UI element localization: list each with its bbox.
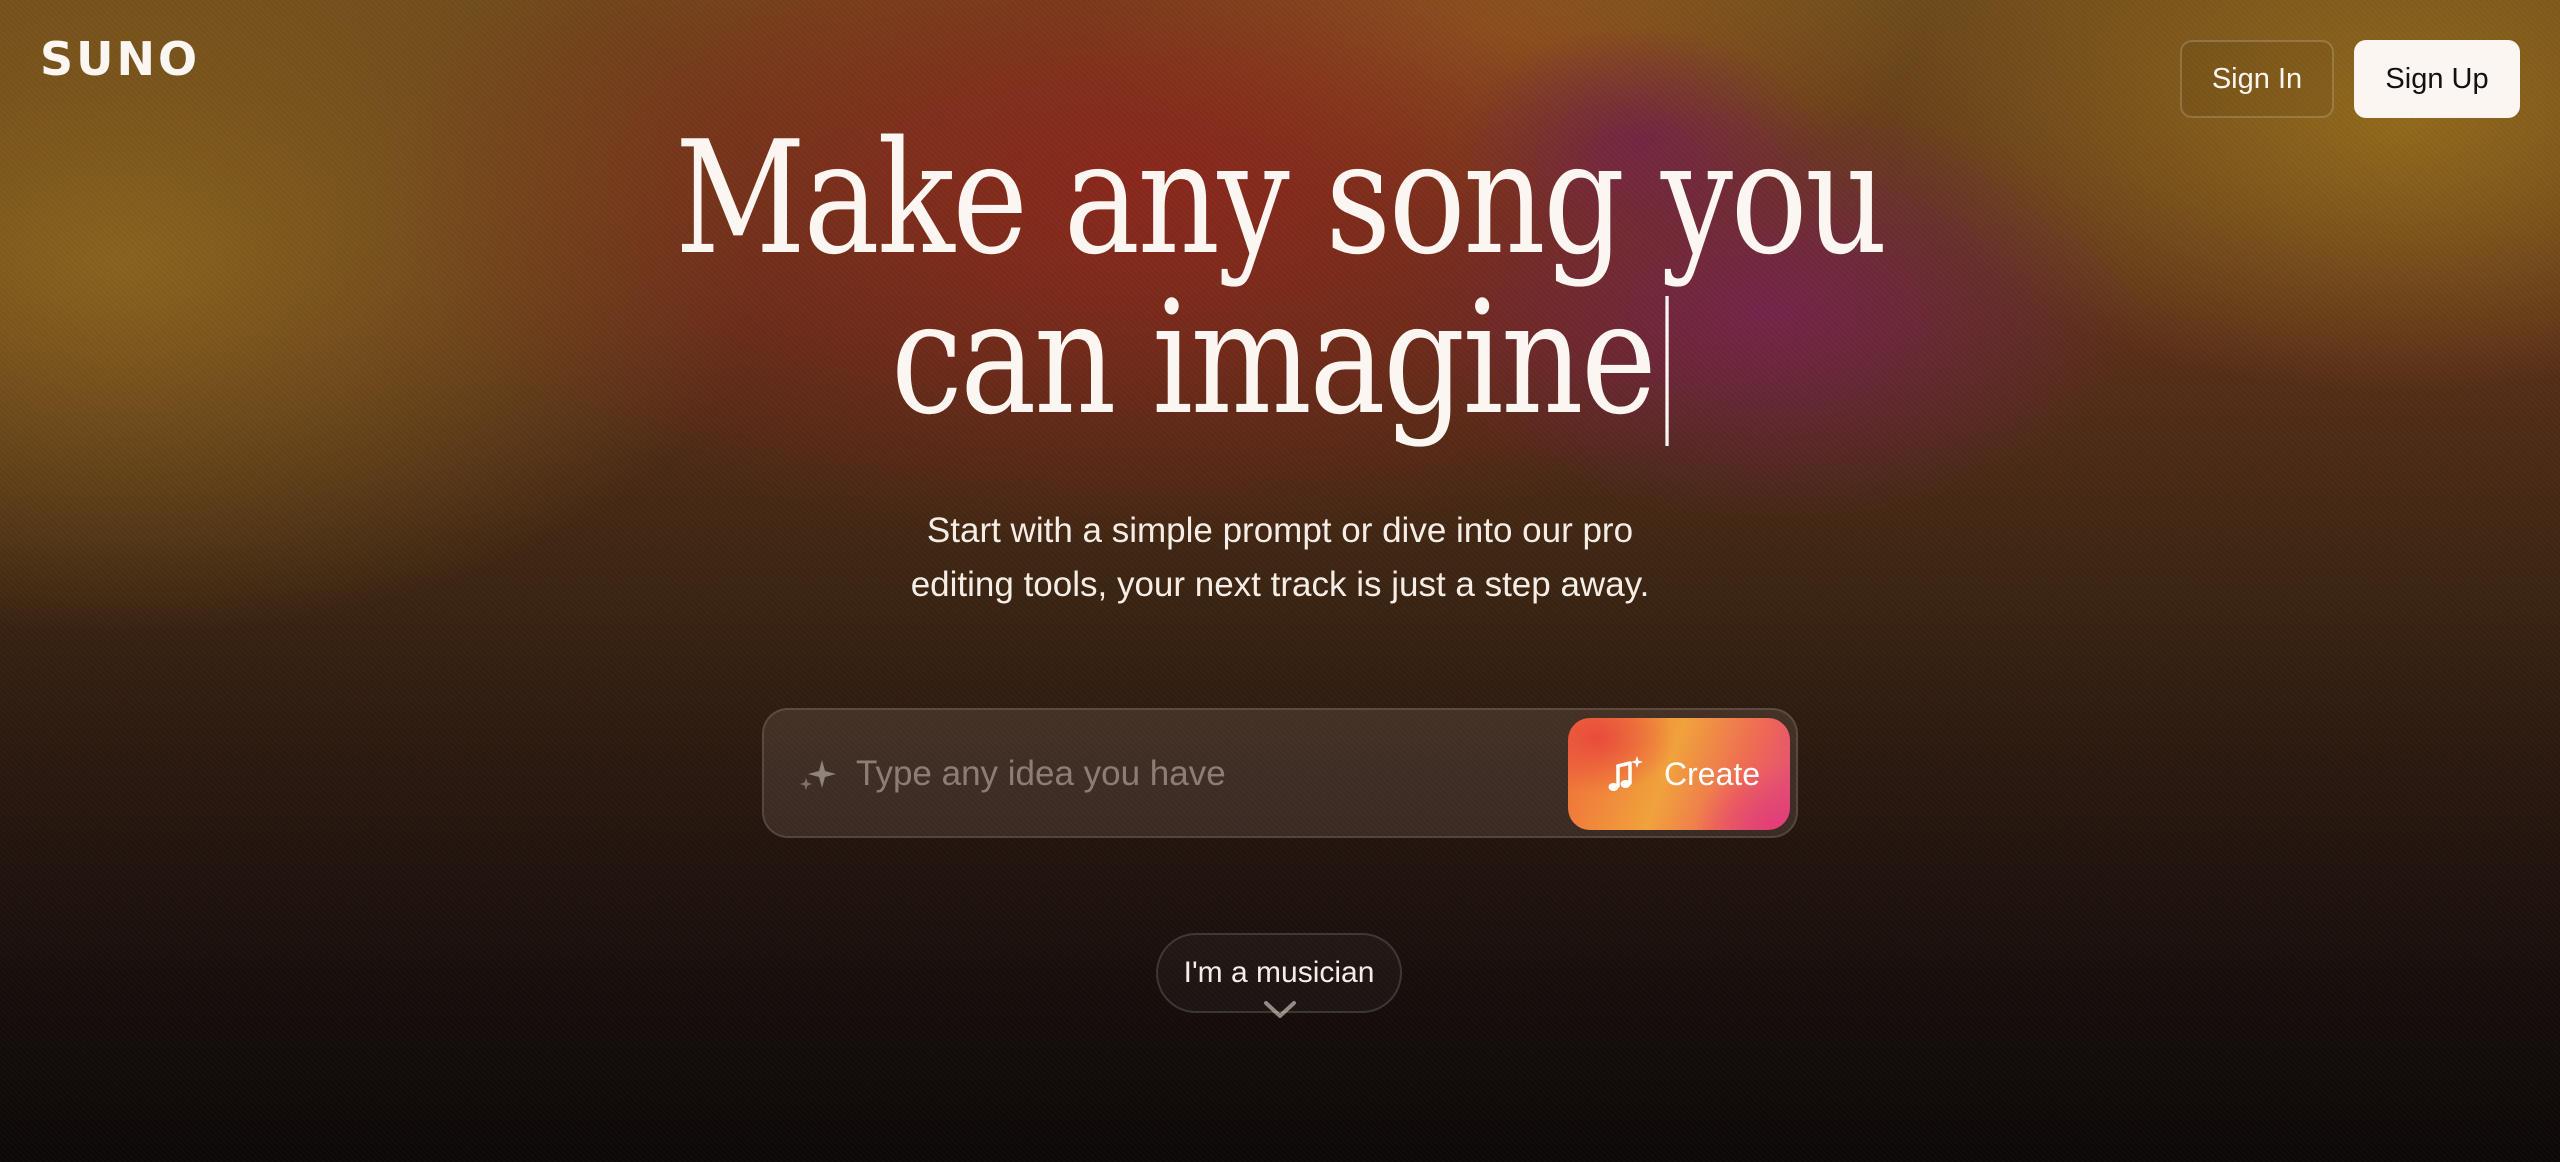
headline-line-2: can imagine — [890, 267, 1657, 449]
create-button[interactable]: Create — [1568, 718, 1790, 830]
musician-button-label: I'm a musician — [1183, 956, 1375, 989]
prompt-bar: Create — [762, 708, 1798, 838]
sign-up-button[interactable]: Sign Up — [2354, 40, 2520, 118]
sparkle-icon — [800, 760, 836, 790]
suno-logo[interactable]: SUNO — [40, 32, 200, 86]
headline-line-2-wrap: can imagine — [230, 278, 2329, 446]
hero-headline: Make any song you can imagine — [230, 118, 2329, 446]
music-note-plus-icon — [1608, 756, 1643, 791]
typing-caret — [1665, 296, 1670, 446]
prompt-input[interactable] — [856, 740, 1516, 808]
sign-in-button[interactable]: Sign In — [2180, 40, 2334, 118]
subtitle-line-2: editing tools, your next track is just a… — [910, 565, 1650, 604]
headline-line-1: Make any song you — [674, 107, 1888, 289]
subtitle-line-1: Start with a simple prompt or dive into … — [926, 511, 1634, 550]
chevron-down-icon[interactable] — [1262, 998, 1298, 1022]
create-button-label: Create — [1664, 756, 1761, 792]
hero-subtitle: Start with a simple prompt or dive into … — [0, 504, 2560, 612]
landing-page: SUNO Sign In Sign Up Make any song you c… — [0, 0, 2560, 1162]
